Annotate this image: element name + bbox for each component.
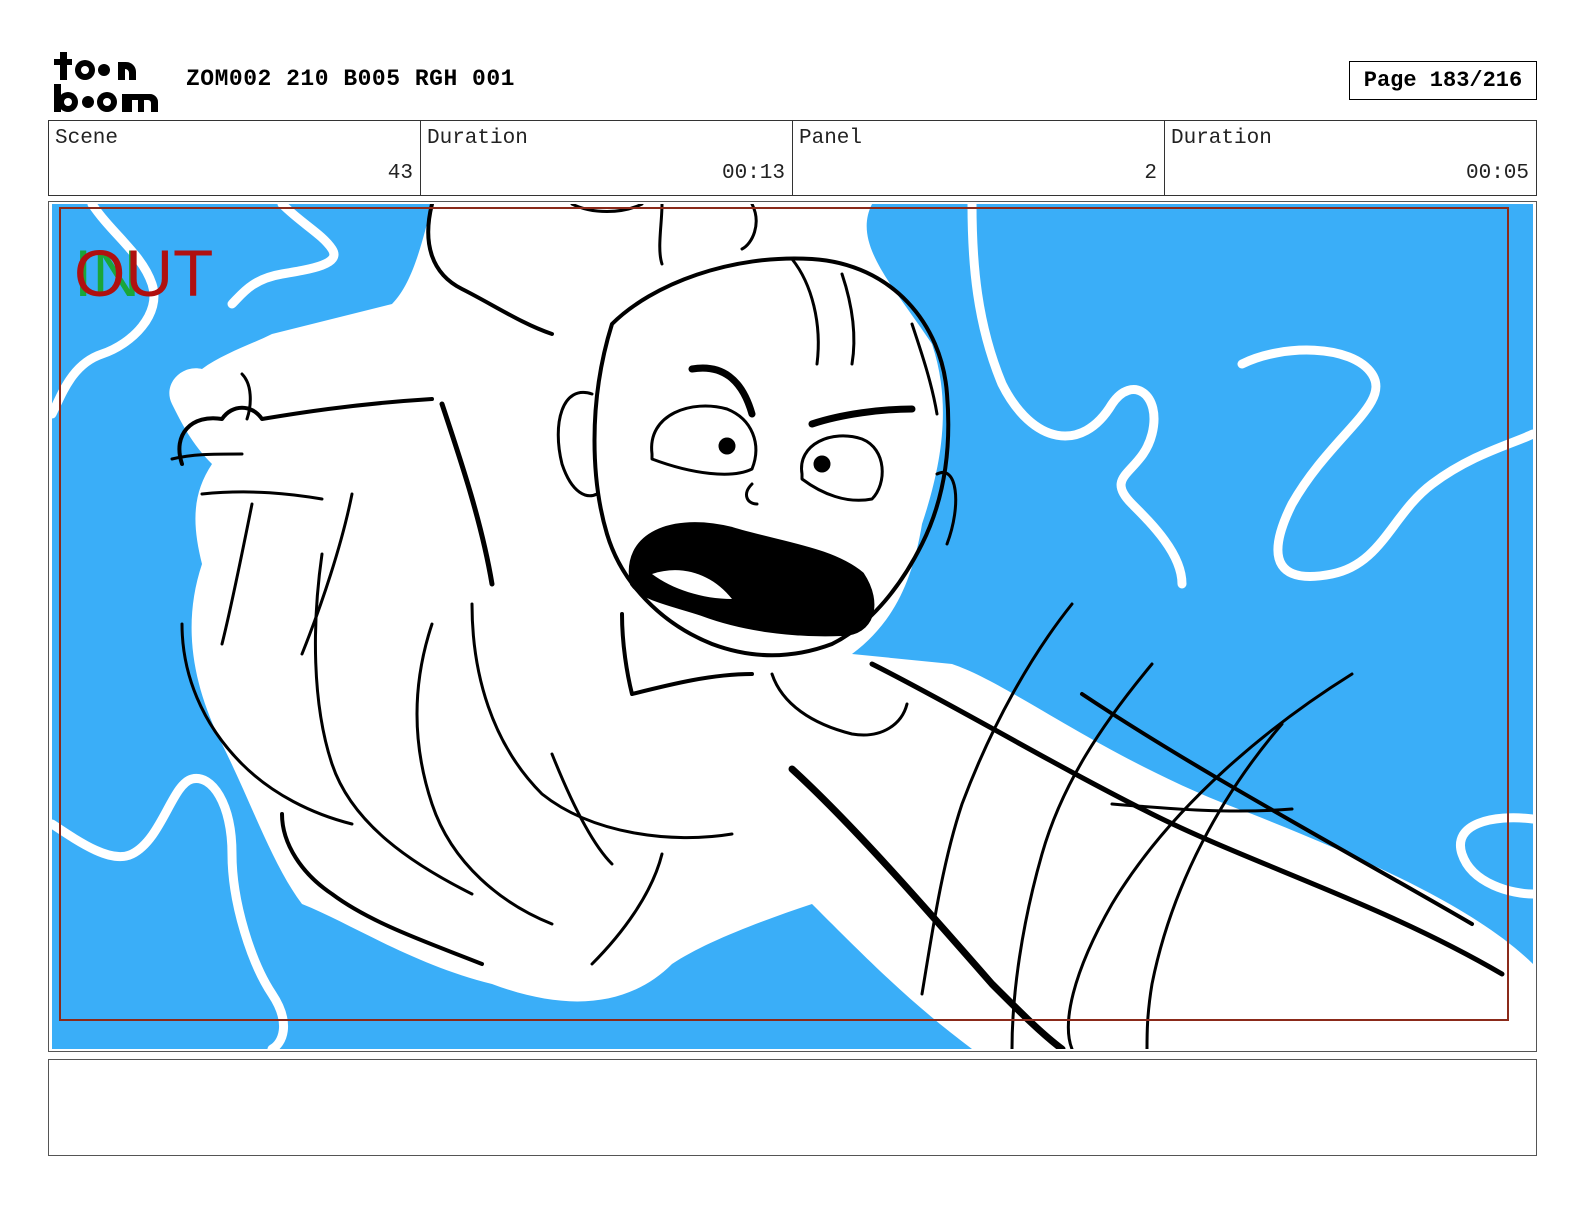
scene-duration-label: Duration — [427, 127, 528, 150]
storyboard-drawing: IN OUT — [52, 204, 1533, 1049]
panel-label: Panel — [799, 127, 863, 150]
scene-label: Scene — [55, 127, 119, 150]
scene-cell: Scene 43 — [49, 121, 421, 195]
panel-duration-cell: Duration 00:05 — [1165, 121, 1536, 195]
panel-cell: Panel 2 — [793, 121, 1165, 195]
toon-boom-logo — [52, 50, 164, 114]
panel-duration-value: 00:05 — [1465, 162, 1529, 185]
document-title: ZOM002 210 B005 RGH 001 — [186, 66, 515, 92]
page-indicator: Page 183/216 — [1349, 61, 1537, 100]
panel-info-row: Scene 43 Duration 00:13 Panel 2 Duration… — [48, 120, 1537, 196]
panel-duration-label: Duration — [1171, 127, 1272, 150]
panel-notes-box — [48, 1059, 1537, 1156]
panel-value: 2 — [1144, 162, 1157, 185]
scene-value: 43 — [387, 162, 413, 185]
scene-duration-cell: Duration 00:13 — [421, 121, 793, 195]
scene-duration-value: 00:13 — [721, 162, 785, 185]
out-marker: OUT — [74, 236, 213, 310]
